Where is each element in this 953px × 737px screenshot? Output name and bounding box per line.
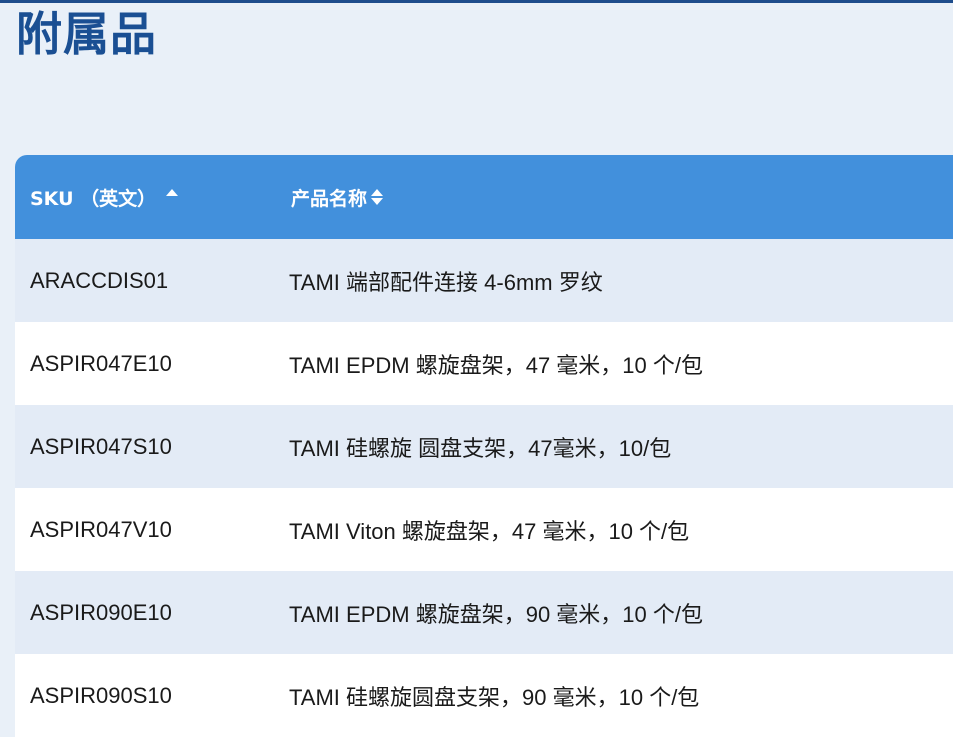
product-name-cell: TAMI Viton 螺旋盘架，47 毫米，10 个/包 (289, 518, 690, 544)
table-row: ASPIR047V10 TAMI Viton 螺旋盘架，47 毫米，10 个/包 (15, 488, 953, 571)
accessories-table: SKU （英文） 产品名称 ARACCDIS01 TAMI 端部配件连接 4-6… (15, 155, 953, 737)
page-title: 附属品 (16, 7, 157, 61)
sku-cell: ASPIR047S10 (30, 433, 172, 459)
sku-header-label: SKU （英文） (30, 187, 157, 210)
product-name-cell: TAMI 硅螺旋 圆盘支架，47毫米，10/包 (289, 435, 672, 461)
product-name-cell: TAMI 端部配件连接 4-6mm 罗纹 (289, 269, 603, 295)
sku-cell: ASPIR047E10 (30, 350, 172, 376)
product-name-cell: TAMI 硅螺旋圆盘支架，90 毫米，10 个/包 (289, 684, 700, 710)
product-name-column-header[interactable]: 产品名称 (275, 155, 384, 239)
sort-both-icon (371, 189, 384, 205)
table-row: ARACCDIS01 TAMI 端部配件连接 4-6mm 罗纹 (15, 239, 953, 322)
table-row: ASPIR090E10 TAMI EPDM 螺旋盘架，90 毫米，10 个/包 (15, 571, 953, 654)
table-row: ASPIR047S10 TAMI 硅螺旋 圆盘支架，47毫米，10/包 (15, 405, 953, 488)
product-name-cell: TAMI EPDM 螺旋盘架，47 毫米，10 个/包 (289, 352, 703, 378)
sku-cell: ASPIR090E10 (30, 599, 172, 625)
sort-ascending-icon (166, 188, 179, 196)
table-row: ASPIR047E10 TAMI EPDM 螺旋盘架，47 毫米，10 个/包 (15, 322, 953, 405)
sku-cell: ASPIR047V10 (30, 516, 172, 542)
sku-cell: ASPIR090S10 (30, 682, 172, 708)
top-rule (0, 0, 953, 3)
sku-cell: ARACCDIS01 (30, 267, 169, 293)
table-header: SKU （英文） 产品名称 (15, 155, 953, 239)
name-header-label: 产品名称 (291, 187, 368, 210)
sku-column-header[interactable]: SKU （英文） (15, 155, 275, 239)
product-name-cell: TAMI EPDM 螺旋盘架，90 毫米，10 个/包 (289, 601, 703, 627)
table-row: ASPIR090S10 TAMI 硅螺旋圆盘支架，90 毫米，10 个/包 (15, 654, 953, 737)
